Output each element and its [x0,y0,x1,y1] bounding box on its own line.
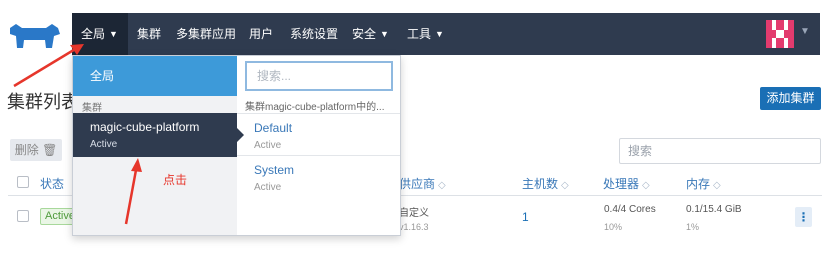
arrow-to-global-icon [13,44,84,88]
click-annotation: 点击 [163,173,188,187]
annotation-arrows [13,44,142,225]
arrow-to-cluster-icon [124,158,142,225]
